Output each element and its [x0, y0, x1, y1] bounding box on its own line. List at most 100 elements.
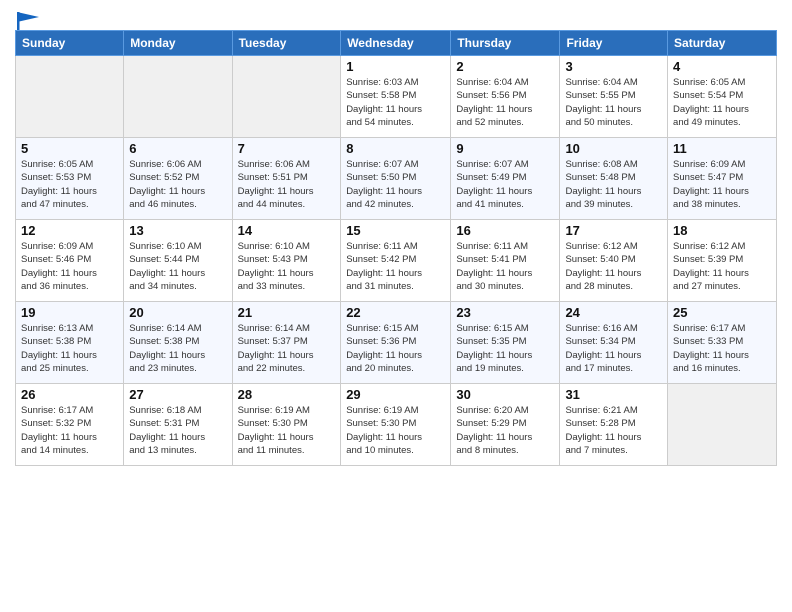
week-row-4: 26 Sunrise: 6:17 AM Sunset: 5:32 PM Dayli… [16, 384, 777, 466]
calendar-cell: 17 Sunrise: 6:12 AM Sunset: 5:40 PM Dayli… [560, 220, 668, 302]
day-info: Sunrise: 6:07 AM Sunset: 5:50 PM Dayligh… [346, 158, 445, 211]
calendar-cell: 18Sunrise: 6:12 AM Sunset: 5:39 PM Dayli… [668, 220, 777, 302]
day-info: Sunrise: 6:18 AM Sunset: 5:31 PM Dayligh… [129, 404, 226, 457]
day-number: 3 [565, 59, 662, 74]
day-info: Sunrise: 6:10 AM Sunset: 5:44 PM Dayligh… [129, 240, 226, 293]
weekday-header-monday: Monday [124, 31, 232, 56]
day-number: 30 [456, 387, 554, 402]
weekday-header-thursday: Thursday [451, 31, 560, 56]
calendar-cell: 21Sunrise: 6:14 AM Sunset: 5:37 PM Dayli… [232, 302, 341, 384]
day-number: 14 [238, 223, 336, 238]
day-info: Sunrise: 6:12 AM Sunset: 5:39 PM Dayligh… [673, 240, 771, 293]
calendar-cell: 24 Sunrise: 6:16 AM Sunset: 5:34 PM Dayli… [560, 302, 668, 384]
day-info: Sunrise: 6:07 AM Sunset: 5:49 PM Dayligh… [456, 158, 554, 211]
day-number: 17 [565, 223, 662, 238]
calendar-cell: 1 Sunrise: 6:03 AM Sunset: 5:58 PM Daylig… [341, 56, 451, 138]
calendar-cell: 4 Sunrise: 6:05 AM Sunset: 5:54 PM Daylig… [668, 56, 777, 138]
calendar-cell: 11 Sunrise: 6:09 AM Sunset: 5:47 PM Dayli… [668, 138, 777, 220]
day-info: Sunrise: 6:14 AM Sunset: 5:38 PM Dayligh… [129, 322, 226, 375]
calendar-cell: 12Sunrise: 6:09 AM Sunset: 5:46 PM Dayli… [16, 220, 124, 302]
logo [15, 14, 39, 26]
calendar-cell: 15Sunrise: 6:11 AM Sunset: 5:42 PM Dayli… [341, 220, 451, 302]
day-info: Sunrise: 6:05 AM Sunset: 5:54 PM Dayligh… [673, 76, 771, 129]
calendar-container: SundayMondayTuesdayWednesdayThursdayFrid… [0, 0, 792, 471]
calendar-cell: 8 Sunrise: 6:07 AM Sunset: 5:50 PM Daylig… [341, 138, 451, 220]
day-number: 7 [238, 141, 336, 156]
day-number: 5 [21, 141, 118, 156]
day-number: 8 [346, 141, 445, 156]
weekday-header-tuesday: Tuesday [232, 31, 341, 56]
day-info: Sunrise: 6:04 AM Sunset: 5:55 PM Dayligh… [565, 76, 662, 129]
day-number: 13 [129, 223, 226, 238]
calendar-cell: 14Sunrise: 6:10 AM Sunset: 5:43 PM Dayli… [232, 220, 341, 302]
day-number: 20 [129, 305, 226, 320]
day-info: Sunrise: 6:13 AM Sunset: 5:38 PM Dayligh… [21, 322, 118, 375]
day-number: 1 [346, 59, 445, 74]
day-info: Sunrise: 6:11 AM Sunset: 5:41 PM Dayligh… [456, 240, 554, 293]
day-info: Sunrise: 6:20 AM Sunset: 5:29 PM Dayligh… [456, 404, 554, 457]
day-info: Sunrise: 6:19 AM Sunset: 5:30 PM Dayligh… [238, 404, 336, 457]
calendar-cell: 25 Sunrise: 6:17 AM Sunset: 5:33 PM Dayli… [668, 302, 777, 384]
calendar-cell: 2 Sunrise: 6:04 AM Sunset: 5:56 PM Daylig… [451, 56, 560, 138]
day-number: 22 [346, 305, 445, 320]
calendar-cell: 9 Sunrise: 6:07 AM Sunset: 5:49 PM Daylig… [451, 138, 560, 220]
day-info: Sunrise: 6:19 AM Sunset: 5:30 PM Dayligh… [346, 404, 445, 457]
day-info: Sunrise: 6:15 AM Sunset: 5:36 PM Dayligh… [346, 322, 445, 375]
day-number: 11 [673, 141, 771, 156]
logo-flag-icon [17, 12, 39, 30]
calendar-cell [124, 56, 232, 138]
week-row-0: 1 Sunrise: 6:03 AM Sunset: 5:58 PM Daylig… [16, 56, 777, 138]
day-number: 16 [456, 223, 554, 238]
weekday-header-wednesday: Wednesday [341, 31, 451, 56]
day-info: Sunrise: 6:06 AM Sunset: 5:52 PM Dayligh… [129, 158, 226, 211]
day-number: 24 [565, 305, 662, 320]
day-number: 2 [456, 59, 554, 74]
day-info: Sunrise: 6:06 AM Sunset: 5:51 PM Dayligh… [238, 158, 336, 211]
day-info: Sunrise: 6:05 AM Sunset: 5:53 PM Dayligh… [21, 158, 118, 211]
day-number: 21 [238, 305, 336, 320]
calendar-cell: 31 Sunrise: 6:21 AM Sunset: 5:28 PM Dayli… [560, 384, 668, 466]
calendar-cell: 6Sunrise: 6:06 AM Sunset: 5:52 PM Daylig… [124, 138, 232, 220]
day-info: Sunrise: 6:04 AM Sunset: 5:56 PM Dayligh… [456, 76, 554, 129]
day-info: Sunrise: 6:03 AM Sunset: 5:58 PM Dayligh… [346, 76, 445, 129]
header [15, 10, 777, 26]
day-number: 25 [673, 305, 771, 320]
calendar-cell: 5 Sunrise: 6:05 AM Sunset: 5:53 PM Daylig… [16, 138, 124, 220]
calendar-cell: 19 Sunrise: 6:13 AM Sunset: 5:38 PM Dayli… [16, 302, 124, 384]
day-info: Sunrise: 6:08 AM Sunset: 5:48 PM Dayligh… [565, 158, 662, 211]
calendar-cell [668, 384, 777, 466]
day-number: 27 [129, 387, 226, 402]
weekday-header-saturday: Saturday [668, 31, 777, 56]
day-info: Sunrise: 6:09 AM Sunset: 5:46 PM Dayligh… [21, 240, 118, 293]
day-info: Sunrise: 6:17 AM Sunset: 5:32 PM Dayligh… [21, 404, 118, 457]
calendar-cell: 13 Sunrise: 6:10 AM Sunset: 5:44 PM Dayli… [124, 220, 232, 302]
day-number: 28 [238, 387, 336, 402]
calendar-cell: 26 Sunrise: 6:17 AM Sunset: 5:32 PM Dayli… [16, 384, 124, 466]
day-number: 31 [565, 387, 662, 402]
calendar-cell: 20 Sunrise: 6:14 AM Sunset: 5:38 PM Dayli… [124, 302, 232, 384]
weekday-header-sunday: Sunday [16, 31, 124, 56]
day-info: Sunrise: 6:16 AM Sunset: 5:34 PM Dayligh… [565, 322, 662, 375]
day-info: Sunrise: 6:09 AM Sunset: 5:47 PM Dayligh… [673, 158, 771, 211]
day-info: Sunrise: 6:17 AM Sunset: 5:33 PM Dayligh… [673, 322, 771, 375]
calendar-cell: 27 Sunrise: 6:18 AM Sunset: 5:31 PM Dayli… [124, 384, 232, 466]
day-number: 19 [21, 305, 118, 320]
calendar-cell: 16 Sunrise: 6:11 AM Sunset: 5:41 PM Dayli… [451, 220, 560, 302]
day-number: 29 [346, 387, 445, 402]
day-info: Sunrise: 6:12 AM Sunset: 5:40 PM Dayligh… [565, 240, 662, 293]
calendar-cell: 30 Sunrise: 6:20 AM Sunset: 5:29 PM Dayli… [451, 384, 560, 466]
calendar-cell: 22 Sunrise: 6:15 AM Sunset: 5:36 PM Dayli… [341, 302, 451, 384]
day-info: Sunrise: 6:21 AM Sunset: 5:28 PM Dayligh… [565, 404, 662, 457]
day-number: 4 [673, 59, 771, 74]
calendar-cell [232, 56, 341, 138]
calendar-cell: 28 Sunrise: 6:19 AM Sunset: 5:30 PM Dayli… [232, 384, 341, 466]
weekday-header-row: SundayMondayTuesdayWednesdayThursdayFrid… [16, 31, 777, 56]
weekday-header-friday: Friday [560, 31, 668, 56]
calendar-cell: 3 Sunrise: 6:04 AM Sunset: 5:55 PM Daylig… [560, 56, 668, 138]
day-number: 9 [456, 141, 554, 156]
day-number: 26 [21, 387, 118, 402]
day-info: Sunrise: 6:15 AM Sunset: 5:35 PM Dayligh… [456, 322, 554, 375]
day-number: 10 [565, 141, 662, 156]
day-number: 15 [346, 223, 445, 238]
week-row-2: 12Sunrise: 6:09 AM Sunset: 5:46 PM Dayli… [16, 220, 777, 302]
